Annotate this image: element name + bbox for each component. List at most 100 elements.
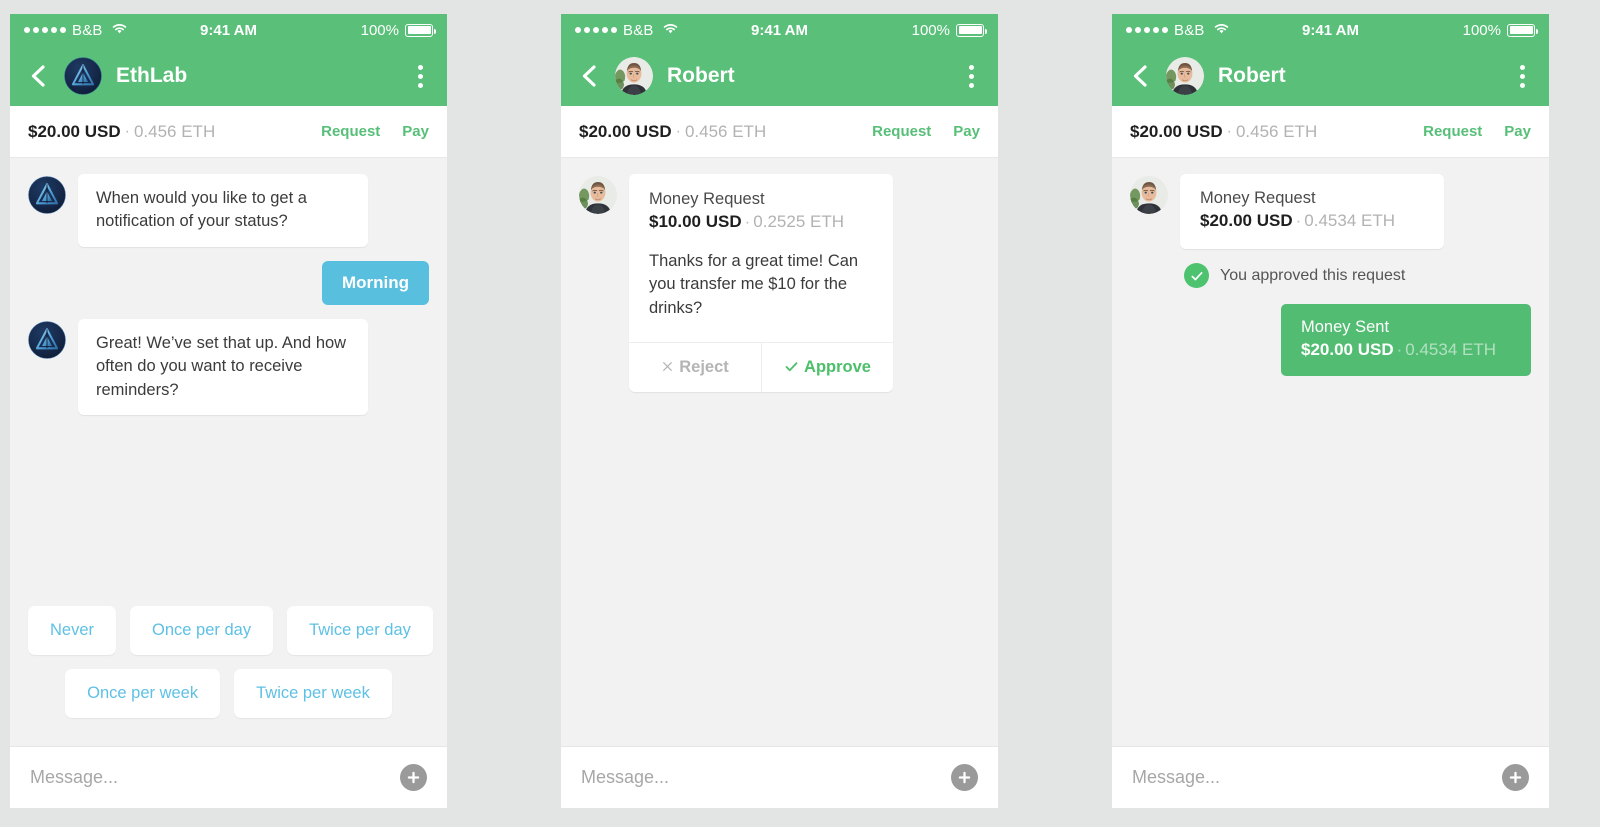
money-sent-row: Money Sent $20.00 USD · 0.4534 ETH xyxy=(1130,304,1531,376)
request-button[interactable]: Request xyxy=(321,123,380,140)
signal-strength-icon xyxy=(1126,27,1168,33)
carrier-label: B&B xyxy=(72,21,103,39)
money-request-note: Thanks for a great time! Can you transfe… xyxy=(649,252,859,317)
message-input[interactable] xyxy=(30,767,400,788)
money-request-title: Money Request xyxy=(1200,189,1316,207)
quick-reply-twice-per-day[interactable]: Twice per day xyxy=(287,606,433,655)
pay-button[interactable]: Pay xyxy=(953,123,980,140)
wifi-icon xyxy=(111,22,128,39)
balance-separator: · xyxy=(675,122,681,140)
nav-bar: Robert xyxy=(1112,46,1549,106)
signal-strength-icon xyxy=(24,27,66,33)
money-request-card: Money Request $10.00 USD · 0.2525 ETH Than… xyxy=(629,174,893,393)
money-request-actions: Reject Approve xyxy=(629,342,893,393)
battery-full-icon xyxy=(956,23,987,37)
money-sent-title: Money Sent xyxy=(1301,318,1390,336)
battery-percent-label: 100% xyxy=(911,21,950,39)
quick-reply-never[interactable]: Never xyxy=(28,606,117,655)
balance-usd: $20.00 USD xyxy=(579,121,672,141)
money-sent-amount-usd: $20.00 USD xyxy=(1301,340,1394,359)
nav-bar: Robert xyxy=(561,46,998,106)
balance-usd: $20.00 USD xyxy=(1130,121,1223,141)
plus-circle-icon[interactable] xyxy=(400,764,427,791)
money-request-amount-eth: 0.2525 ETH xyxy=(753,212,845,231)
message-composer xyxy=(1112,746,1549,808)
money-request-amount-usd: $10.00 USD xyxy=(649,212,742,231)
status-bar-left: B&B xyxy=(1126,22,1230,39)
status-bar: B&B 9:41 AM 100% xyxy=(10,14,447,46)
battery-full-icon xyxy=(1507,23,1538,37)
money-request-body: Money Request $10.00 USD · 0.2525 ETH Than… xyxy=(629,174,893,342)
money-sent-separator: · xyxy=(1396,340,1403,359)
money-request-amount: $20.00 USD · 0.4534 ETH xyxy=(1200,211,1424,231)
approve-label: Approve xyxy=(804,358,871,377)
money-sent-amount-eth: 0.4534 ETH xyxy=(1405,340,1497,359)
wifi-icon xyxy=(662,22,679,39)
money-request-amount-usd: $20.00 USD xyxy=(1200,211,1293,230)
money-request-card: Money Request $20.00 USD · 0.4534 ETH xyxy=(1180,174,1444,249)
money-sent-amount: $20.00 USD · 0.4534 ETH xyxy=(1301,340,1511,360)
money-request-amount: $10.00 USD · 0.2525 ETH xyxy=(649,212,873,232)
screenshot-stage: B&B 9:41 AM 100% EthLab $20.00 USD · 0.4… xyxy=(0,0,1600,827)
back-chevron-icon[interactable] xyxy=(26,63,52,89)
money-request-body: Money Request $20.00 USD · 0.4534 ETH xyxy=(1180,174,1444,249)
balance-bar: $20.00 USD · 0.456 ETH Request Pay xyxy=(10,106,447,158)
kebab-menu-icon[interactable] xyxy=(409,63,431,89)
battery-percent-label: 100% xyxy=(1462,21,1501,39)
balance-eth: 0.456 ETH xyxy=(133,121,216,141)
balance-bar: $20.00 USD · 0.456 ETH Request Pay xyxy=(561,106,998,158)
pay-button[interactable]: Pay xyxy=(402,123,429,140)
money-sent-bubble: Money Sent $20.00 USD · 0.4534 ETH xyxy=(1281,304,1531,376)
balance-separator: · xyxy=(124,122,130,140)
signal-strength-icon xyxy=(575,27,617,33)
robert-photo-avatar xyxy=(1130,176,1168,214)
phone-panel-money-request: B&B 9:41 AM 100% Robert $20.00 USD · 0.4… xyxy=(561,14,998,808)
battery-full-icon xyxy=(405,23,436,37)
checkmark-icon xyxy=(784,359,799,374)
reject-button[interactable]: Reject xyxy=(629,343,761,392)
battery-percent-label: 100% xyxy=(360,21,399,39)
balance-usd: $20.00 USD xyxy=(28,121,121,141)
quick-reply-row: Once per week Twice per week xyxy=(28,669,429,718)
close-x-icon xyxy=(661,360,674,373)
message-input[interactable] xyxy=(581,767,951,788)
quick-reply-row: Never Once per day Twice per day xyxy=(28,606,433,655)
plus-circle-icon[interactable] xyxy=(1502,764,1529,791)
kebab-menu-icon[interactable] xyxy=(1511,63,1533,89)
quick-reply-once-per-day[interactable]: Once per day xyxy=(130,606,274,655)
message-list: Money Request $10.00 USD · 0.2525 ETH Than… xyxy=(561,158,998,746)
message-input[interactable] xyxy=(1132,767,1502,788)
robert-photo-avatar[interactable] xyxy=(1166,57,1204,95)
back-chevron-icon[interactable] xyxy=(577,63,603,89)
message-composer xyxy=(561,746,998,808)
message-bubble: Great! We’ve set that up. And how often … xyxy=(78,318,368,416)
message-row-outgoing: Morning xyxy=(28,260,429,305)
approve-button[interactable]: Approve xyxy=(761,343,893,393)
phone-panel-ethlab: B&B 9:41 AM 100% EthLab $20.00 USD · 0.4… xyxy=(10,14,447,808)
carrier-label: B&B xyxy=(1174,21,1205,39)
back-chevron-icon[interactable] xyxy=(1128,63,1154,89)
status-bar-left: B&B xyxy=(24,22,128,39)
kebab-menu-icon[interactable] xyxy=(960,63,982,89)
pay-button[interactable]: Pay xyxy=(1504,123,1531,140)
ethlab-logo-avatar[interactable] xyxy=(64,57,102,95)
quick-reply-twice-per-week[interactable]: Twice per week xyxy=(234,669,392,718)
balance-actions: Request Pay xyxy=(872,123,980,140)
message-composer xyxy=(10,746,447,808)
robert-photo-avatar[interactable] xyxy=(615,57,653,95)
request-button[interactable]: Request xyxy=(872,123,931,140)
money-request-row: Money Request $10.00 USD · 0.2525 ETH Than… xyxy=(579,174,980,393)
reject-label: Reject xyxy=(679,358,729,377)
balance-separator: · xyxy=(1226,122,1232,140)
plus-circle-icon[interactable] xyxy=(951,764,978,791)
message-list: Money Request $20.00 USD · 0.4534 ETH You … xyxy=(1112,158,1549,746)
page-title: EthLab xyxy=(116,64,188,87)
money-request-title: Money Request xyxy=(649,190,765,208)
status-bar: B&B 9:41 AM 100% xyxy=(561,14,998,46)
message-row-incoming: When would you like to get a notificatio… xyxy=(28,174,429,247)
balance-actions: Request Pay xyxy=(321,123,429,140)
status-bar-left: B&B xyxy=(575,22,679,39)
message-bubble: When would you like to get a notificatio… xyxy=(78,174,368,247)
request-button[interactable]: Request xyxy=(1423,123,1482,140)
quick-reply-once-per-week[interactable]: Once per week xyxy=(65,669,221,718)
